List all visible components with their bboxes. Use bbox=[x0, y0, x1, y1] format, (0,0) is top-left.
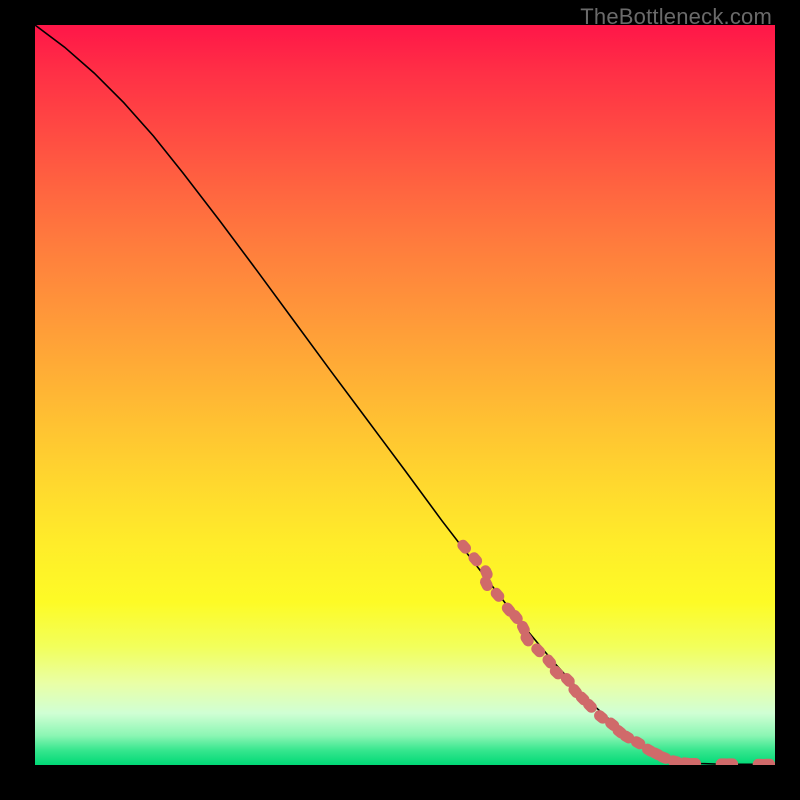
markers-group bbox=[455, 537, 775, 765]
marker-point bbox=[466, 550, 484, 569]
chart-overlay bbox=[35, 25, 775, 765]
curve-line bbox=[35, 25, 775, 764]
chart-frame: TheBottleneck.com bbox=[0, 0, 800, 800]
